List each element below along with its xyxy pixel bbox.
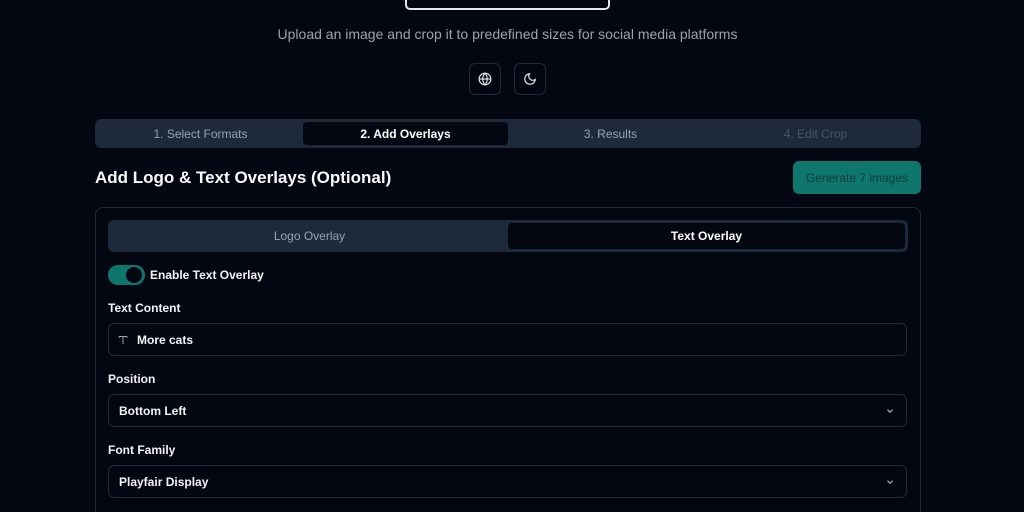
page-subtitle: Upload an image and crop it to predefine… (277, 26, 738, 42)
tab-text-overlay[interactable]: Text Overlay (508, 223, 905, 249)
tab-edit-crop: 4. Edit Crop (783, 126, 848, 141)
section-title: Add Logo & Text Overlays (Optional) (95, 168, 392, 187)
globe-icon (478, 72, 492, 86)
tab-add-overlays[interactable]: 2. Add Overlays (303, 122, 508, 145)
font-family-select[interactable]: Playfair Display (108, 465, 907, 498)
theme-toggle-button[interactable] (514, 63, 546, 95)
text-content-input[interactable]: More cats (108, 323, 907, 356)
overlay-tabs: Logo Overlay Text Overlay (108, 220, 908, 252)
tab-results[interactable]: 3. Results (508, 122, 713, 145)
tab-logo-overlay[interactable]: Logo Overlay (111, 223, 508, 249)
text-content-label: Text Content (108, 301, 181, 315)
tab-select-formats[interactable]: 1. Select Formats (98, 122, 303, 145)
chevron-down-icon (887, 480, 893, 485)
language-button[interactable] (469, 63, 501, 95)
position-select[interactable]: Bottom Left (108, 394, 907, 427)
position-label: Position (108, 372, 156, 386)
chevron-down-icon (887, 409, 893, 414)
step-tabs: 1. Select Formats 2. Add Overlays 3. Res… (95, 119, 921, 148)
font-family-value: Playfair Display (119, 474, 209, 489)
app-logo (405, 0, 610, 10)
generate-button[interactable]: Generate 7 images (793, 161, 921, 194)
font-family-label: Font Family (108, 443, 176, 457)
enable-text-overlay-label: Enable Text Overlay (150, 268, 264, 282)
text-icon (118, 335, 128, 344)
moon-icon (524, 73, 536, 85)
enable-text-overlay-toggle[interactable] (108, 265, 145, 285)
position-value: Bottom Left (119, 403, 187, 418)
text-content-value: More cats (137, 332, 194, 347)
